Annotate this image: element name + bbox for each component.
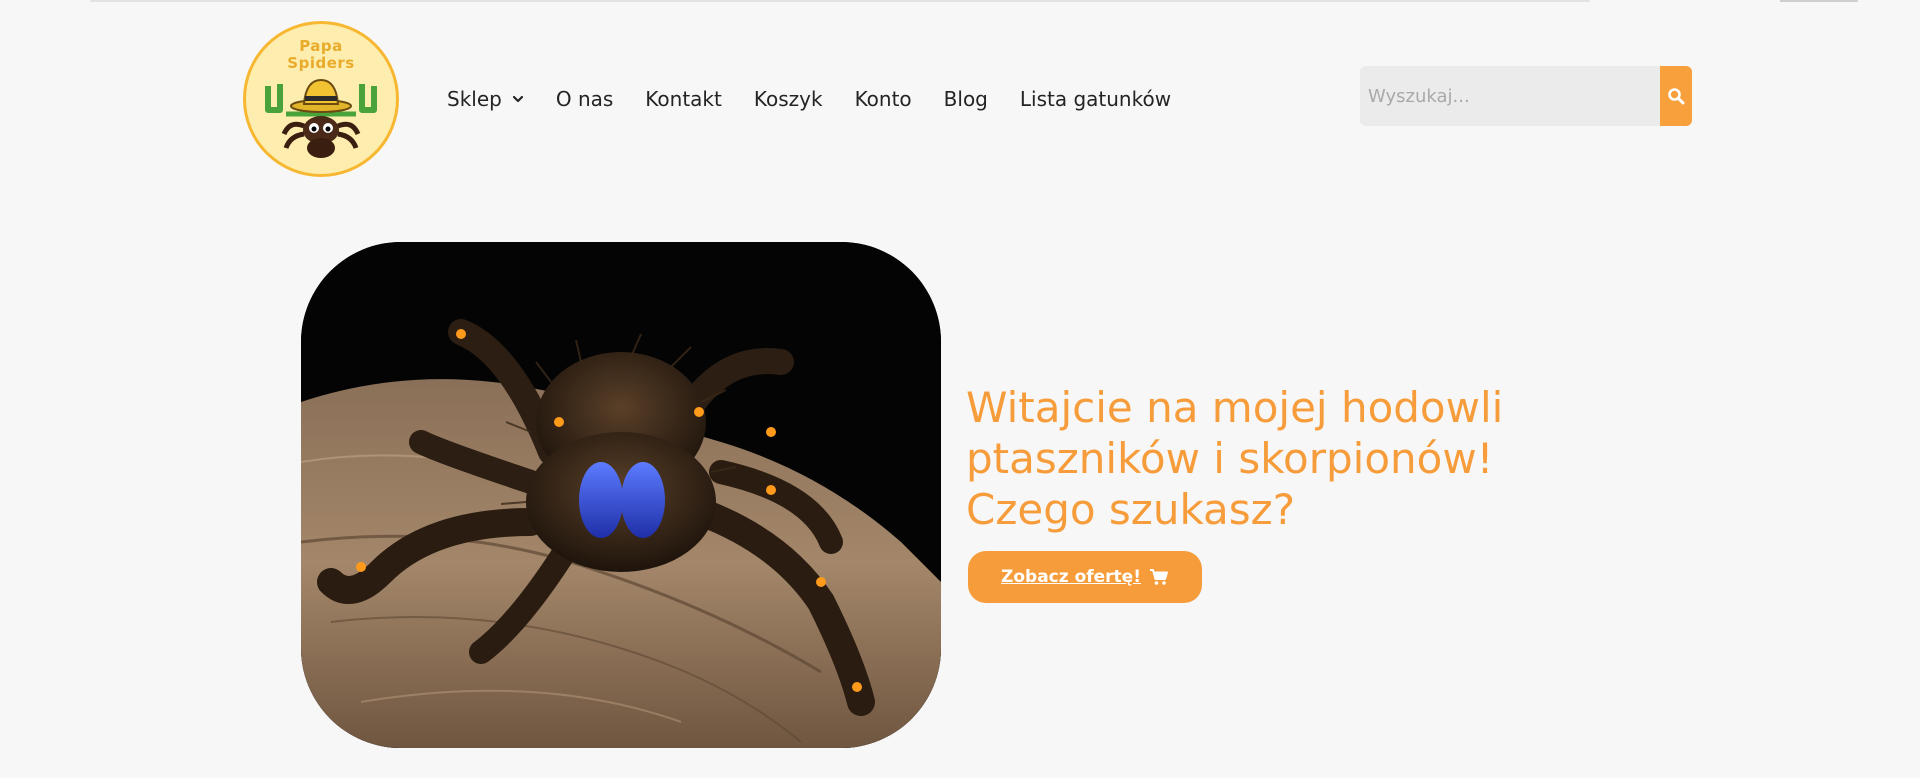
search-icon: [1668, 88, 1685, 105]
cta-label: Zobacz ofertę!: [1001, 567, 1141, 587]
main-navigation: Sklep O nas Kontakt Koszyk Konto Blog Li…: [447, 84, 1171, 114]
search-form: [1360, 66, 1692, 126]
chevron-down-icon: [512, 95, 523, 103]
nav-item-sklep[interactable]: Sklep: [447, 87, 524, 111]
hero-tarantula-image: [301, 242, 941, 748]
nav-item-label: Kontakt: [645, 87, 722, 111]
search-button[interactable]: [1660, 66, 1692, 126]
spider-mascot-icon: [265, 78, 377, 158]
nav-item-lista-gatunkow[interactable]: Lista gatunków: [1020, 87, 1171, 111]
tarantula-photo: [301, 242, 941, 748]
nav-item-label: Koszyk: [753, 87, 823, 111]
nav-item-label: Konto: [854, 87, 912, 111]
browser-top-strip: [0, 0, 1920, 3]
nav-item-label: Sklep: [447, 87, 502, 111]
nav-item-blog[interactable]: Blog: [944, 87, 988, 111]
cart-icon: [1149, 569, 1168, 585]
hero-heading: Witajcie na mojej hodowli ptaszników i s…: [966, 383, 1504, 534]
nav-item-kontakt[interactable]: Kontakt: [645, 87, 722, 111]
nav-item-label: O nas: [555, 87, 614, 111]
site-logo[interactable]: Papa Spiders: [243, 21, 399, 177]
nav-item-label: Lista gatunków: [1019, 87, 1172, 111]
view-offer-button[interactable]: Zobacz ofertę!: [968, 551, 1202, 603]
nav-item-koszyk[interactable]: Koszyk: [754, 87, 823, 111]
top-strip-bar-right: [1780, 0, 1858, 2]
nav-item-konto[interactable]: Konto: [855, 87, 912, 111]
search-input[interactable]: [1360, 66, 1660, 126]
top-strip-bar: [90, 0, 1590, 2]
nav-item-o-nas[interactable]: O nas: [556, 87, 613, 111]
nav-item-label: Blog: [943, 87, 988, 111]
